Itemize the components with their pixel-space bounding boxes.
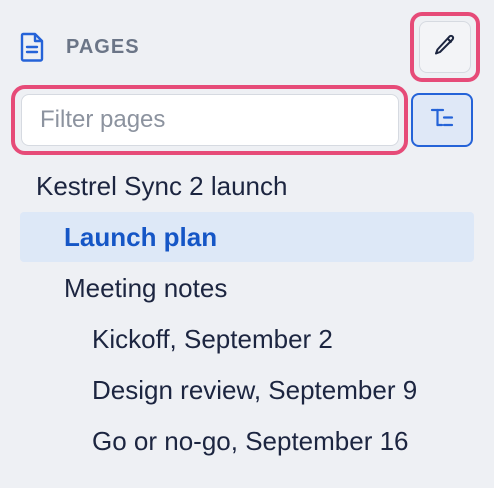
tree-item-label: Kickoff, September 2 xyxy=(92,324,333,354)
pencil-icon xyxy=(433,33,457,62)
tree-item-label: Launch plan xyxy=(64,222,218,252)
pages-header: PAGES xyxy=(20,30,140,64)
tree-view-toggle-button[interactable] xyxy=(411,93,473,147)
tree-item-label: Kestrel Sync 2 launch xyxy=(36,171,288,201)
tree-item-meeting-notes[interactable]: Meeting notes xyxy=(64,273,227,303)
tree-item-go-no-go[interactable]: Go or no-go, September 16 xyxy=(92,426,409,456)
tree-item-kickoff[interactable]: Kickoff, September 2 xyxy=(92,324,333,354)
tree-structure-icon xyxy=(429,105,455,136)
edit-pages-button[interactable] xyxy=(419,21,471,73)
tree-item-label: Design review, September 9 xyxy=(92,375,418,405)
tree-item-label: Go or no-go, September 16 xyxy=(92,426,409,456)
document-icon xyxy=(20,30,50,64)
tree-item-root[interactable]: Kestrel Sync 2 launch xyxy=(36,171,287,201)
filter-pages-input[interactable] xyxy=(21,94,399,146)
tree-item-design-review[interactable]: Design review, September 9 xyxy=(92,375,417,405)
tree-item-launch-plan[interactable]: Launch plan xyxy=(20,212,474,262)
pages-panel: PAGES Kestrel Sync 2 launch Launch plan xyxy=(0,0,494,488)
tree-item-label: Meeting notes xyxy=(64,273,228,303)
pages-title: PAGES xyxy=(66,35,140,58)
